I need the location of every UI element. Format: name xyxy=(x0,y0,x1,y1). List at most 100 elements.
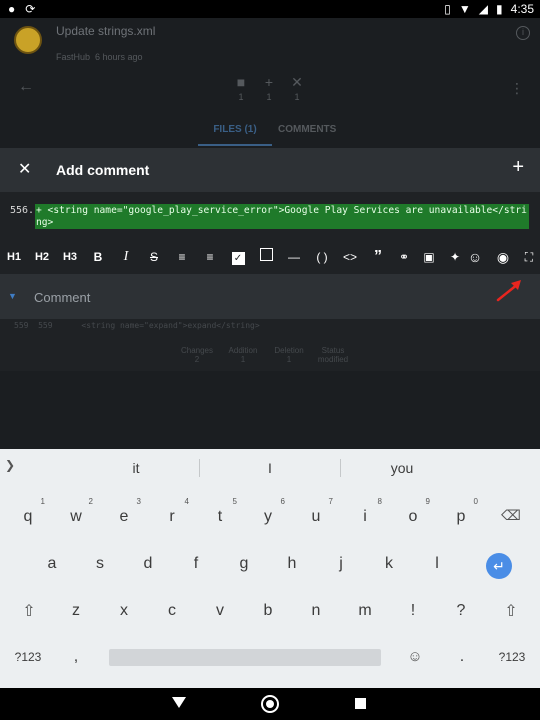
key-s[interactable]: s xyxy=(85,555,115,573)
commit-meta: FastHub 6 hours ago xyxy=(56,52,143,62)
close-icon[interactable]: ✕ xyxy=(18,159,31,179)
key-e[interactable]: e3 xyxy=(109,497,141,526)
add-icon: + xyxy=(264,74,274,90)
diff-line: 559 559 <string name="expand">expand</st… xyxy=(14,321,260,330)
heading2-button[interactable]: H2 xyxy=(31,248,53,266)
key-o[interactable]: o9 xyxy=(398,497,430,526)
suggestion-2[interactable]: I xyxy=(230,460,310,476)
submit-add-icon[interactable]: + xyxy=(512,156,524,179)
key-v[interactable]: v xyxy=(205,602,235,620)
navigation-bar xyxy=(0,688,540,720)
suggestion-expand-icon[interactable]: ❯ xyxy=(5,458,15,472)
nav-back-icon[interactable] xyxy=(172,697,186,708)
key-x[interactable]: x xyxy=(109,602,139,620)
image-icon[interactable]: ▣ xyxy=(418,248,440,266)
emoji-icon[interactable]: ☺ xyxy=(464,248,486,266)
code-icon[interactable]: <> xyxy=(339,248,361,266)
shift-left-icon[interactable]: ⇧ xyxy=(16,601,42,621)
numbered-list-icon[interactable]: ≡ xyxy=(199,248,221,266)
key-q[interactable]: q1 xyxy=(13,497,45,526)
comment-input[interactable] xyxy=(34,288,474,306)
shift-right-icon[interactable]: ⇧ xyxy=(498,601,524,621)
comment-row: ▼ xyxy=(0,274,540,319)
status-stat: Status modified xyxy=(317,346,349,364)
italic-icon[interactable]: I xyxy=(115,248,137,266)
files-count-stat: ■ 1 xyxy=(226,74,256,102)
magic-format-icon[interactable]: ✦ xyxy=(444,248,466,266)
key-w[interactable]: w2 xyxy=(61,497,93,526)
bold-icon[interactable]: B xyxy=(87,248,109,266)
battery-icon: ▮ xyxy=(496,2,503,16)
key-j[interactable]: j xyxy=(326,555,356,573)
soft-keyboard: ❯ it I you q1 w2 e3 r4 t5 y6 u7 i8 o9 p0… xyxy=(0,449,540,688)
additions-count-stat: + 1 xyxy=(254,74,284,102)
suggestion-3[interactable]: you xyxy=(362,460,442,476)
key-h[interactable]: h xyxy=(277,555,307,573)
key-b[interactable]: b xyxy=(253,602,283,620)
key-period[interactable]: . xyxy=(447,648,477,666)
parentheses-icon[interactable]: ( ) xyxy=(311,248,333,266)
key-exclamation[interactable]: ! xyxy=(398,602,428,620)
heading3-button[interactable]: H3 xyxy=(59,248,81,266)
horizontal-rule-icon[interactable]: — xyxy=(283,248,305,266)
status-bar: ● ⟳ ▯ ▼ ◢ ▮ 4:35 xyxy=(0,0,540,18)
symbols-key[interactable]: ?123 xyxy=(6,650,50,664)
key-r[interactable]: r4 xyxy=(157,497,189,526)
wifi-icon: ▼ xyxy=(458,2,471,16)
unchecked-box-icon[interactable] xyxy=(255,248,277,266)
vibrate-icon: ▯ xyxy=(444,2,451,16)
changes-stat: Changes 2 xyxy=(180,346,214,364)
add-comment-header: ✕ Add comment + xyxy=(0,148,540,192)
key-g[interactable]: g xyxy=(229,555,259,573)
back-arrow-icon: ← xyxy=(18,78,34,95)
spacebar[interactable] xyxy=(109,649,381,666)
deletion-stat: Deletion 1 xyxy=(274,346,304,364)
key-l[interactable]: l xyxy=(422,555,452,573)
tab-comments[interactable]: COMMENTS xyxy=(278,124,336,135)
nav-home-icon[interactable] xyxy=(261,695,279,713)
symbols-key-right[interactable]: ?123 xyxy=(490,650,534,664)
key-z[interactable]: z xyxy=(61,602,91,620)
suggestion-divider xyxy=(340,459,341,477)
preview-eye-icon[interactable]: ◉ xyxy=(492,248,514,266)
key-k[interactable]: k xyxy=(374,555,404,573)
suggestion-divider xyxy=(199,459,200,477)
info-icon: i xyxy=(516,26,530,40)
bulleted-list-icon[interactable]: ≡ xyxy=(171,248,193,266)
commit-title: Update strings.xml xyxy=(56,24,156,38)
key-d[interactable]: d xyxy=(133,555,163,573)
nav-recents-icon[interactable] xyxy=(355,698,366,709)
key-t[interactable]: t5 xyxy=(205,497,237,526)
tab-indicator xyxy=(198,144,272,146)
signal-icon: ◢ xyxy=(478,2,489,16)
emoji-key-icon[interactable]: ☺ xyxy=(400,648,430,665)
heading1-button[interactable]: H1 xyxy=(3,248,25,266)
key-comma[interactable]: , xyxy=(61,648,91,666)
suggestion-1[interactable]: it xyxy=(96,460,176,476)
key-c[interactable]: c xyxy=(157,602,187,620)
key-p[interactable]: p0 xyxy=(446,497,478,526)
key-question[interactable]: ? xyxy=(446,602,476,620)
file-diff-panel: 559 559 <string name="expand">expand</st… xyxy=(0,319,540,371)
enter-icon[interactable]: ↵ xyxy=(486,553,512,579)
strikethrough-icon[interactable]: S xyxy=(143,248,165,266)
link-icon[interactable]: ⚭ xyxy=(393,248,415,266)
tab-files[interactable]: FILES (1) xyxy=(200,124,270,135)
key-n[interactable]: n xyxy=(301,602,331,620)
clock: 4:35 xyxy=(510,2,534,16)
key-y[interactable]: y6 xyxy=(253,497,285,526)
deletions-count-stat: ✕ 1 xyxy=(282,74,312,102)
key-i[interactable]: i8 xyxy=(350,497,382,526)
key-u[interactable]: u7 xyxy=(301,497,333,526)
collapse-caret-icon[interactable]: ▼ xyxy=(8,291,17,301)
quote-icon[interactable]: ” xyxy=(367,248,389,266)
dialog-title: Add comment xyxy=(56,162,150,178)
key-m[interactable]: m xyxy=(350,602,380,620)
backspace-icon[interactable]: ⌫ xyxy=(498,507,524,525)
key-a[interactable]: a xyxy=(37,555,67,573)
commit-screen-background: Update strings.xml FastHub 6 hours ago i… xyxy=(0,18,540,148)
fullscreen-icon[interactable]: ⛶ xyxy=(518,248,540,266)
key-f[interactable]: f xyxy=(181,555,211,573)
remove-icon: ✕ xyxy=(291,74,303,90)
checked-box-icon[interactable]: ✓ xyxy=(227,248,249,266)
